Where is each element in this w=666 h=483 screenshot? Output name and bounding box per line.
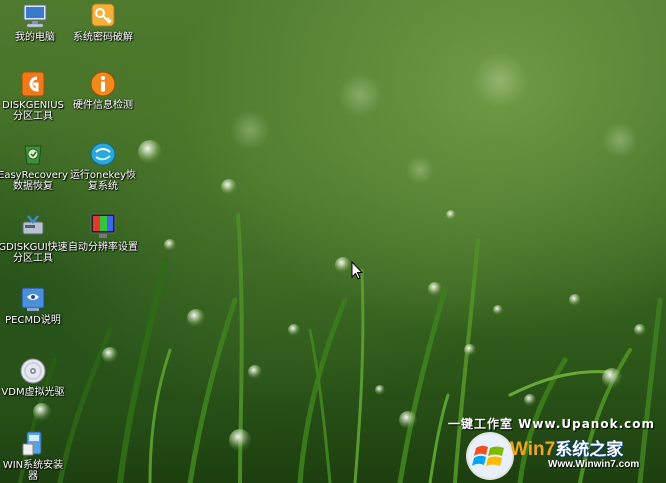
mouse-cursor-icon bbox=[351, 261, 363, 280]
cd-icon bbox=[20, 358, 46, 384]
desktop-icon-onekey-restore[interactable]: 运行onekey恢复系统 bbox=[68, 140, 138, 192]
desktop-icon-hardware-detect[interactable]: 硬件信息检测 bbox=[68, 70, 138, 111]
icon-label: WIN系统安装器 bbox=[2, 460, 64, 482]
desktop-icon-vdm-drive[interactable]: VDM虚拟光驱 bbox=[0, 357, 68, 398]
icon-label: DISKGENIUS分区工具 bbox=[2, 100, 64, 122]
brand-in7: in7 bbox=[527, 439, 556, 460]
onekey-icon bbox=[90, 142, 116, 166]
icon-label: 我的电脑 bbox=[15, 32, 55, 43]
desktop-icon-easyrecovery[interactable]: EasyRecovery数据恢复 bbox=[0, 140, 68, 192]
diskgenius-icon bbox=[21, 71, 45, 97]
winwin7-url: Www.Winwin7.com bbox=[548, 459, 640, 470]
pecmd-icon bbox=[21, 287, 45, 311]
brand-w: W bbox=[510, 439, 528, 460]
key-icon bbox=[91, 3, 115, 27]
desktop-icon-auto-resolution[interactable]: 自动分辨率设置 bbox=[68, 212, 138, 253]
icon-label: 运行onekey恢复系统 bbox=[69, 170, 137, 192]
icon-label: 自动分辨率设置 bbox=[68, 242, 138, 253]
icon-label: 系统密码破解 bbox=[73, 32, 133, 43]
desktop-icon-password-crack[interactable]: 系统密码破解 bbox=[68, 2, 138, 43]
brand-cn: 系统之家 bbox=[555, 440, 624, 459]
desktop-icon-gdiskgui[interactable]: GDISKGUI快速分区工具 bbox=[0, 212, 68, 264]
winwin7-watermark: Win7系统之家 Www.Winwin7.com bbox=[462, 430, 666, 483]
easyrecovery-icon bbox=[24, 145, 42, 165]
computer-icon bbox=[23, 4, 47, 28]
desktop-icon-diskgenius[interactable]: DISKGENIUS分区工具 bbox=[0, 70, 68, 122]
winwin7-brand: Win7系统之家 bbox=[510, 435, 623, 461]
installer-icon bbox=[22, 431, 42, 456]
info-icon bbox=[90, 71, 116, 97]
partition-tool-icon bbox=[22, 215, 44, 235]
desktop-icon-win-install[interactable]: WIN系统安装器 bbox=[0, 430, 68, 482]
windows-logo-icon bbox=[466, 432, 514, 480]
icon-label: 硬件信息检测 bbox=[73, 100, 133, 111]
monitor-color-icon bbox=[90, 213, 116, 238]
icon-label: PECMD说明 bbox=[5, 315, 61, 326]
desktop-icon-my-computer[interactable]: 我的电脑 bbox=[0, 2, 70, 43]
icon-label: VDM虚拟光驱 bbox=[1, 387, 65, 398]
desktop-icon-pecmd-help[interactable]: PECMD说明 bbox=[0, 285, 68, 326]
icon-label: EasyRecovery数据恢复 bbox=[0, 170, 68, 192]
icon-label: GDISKGUI快速分区工具 bbox=[0, 242, 68, 264]
